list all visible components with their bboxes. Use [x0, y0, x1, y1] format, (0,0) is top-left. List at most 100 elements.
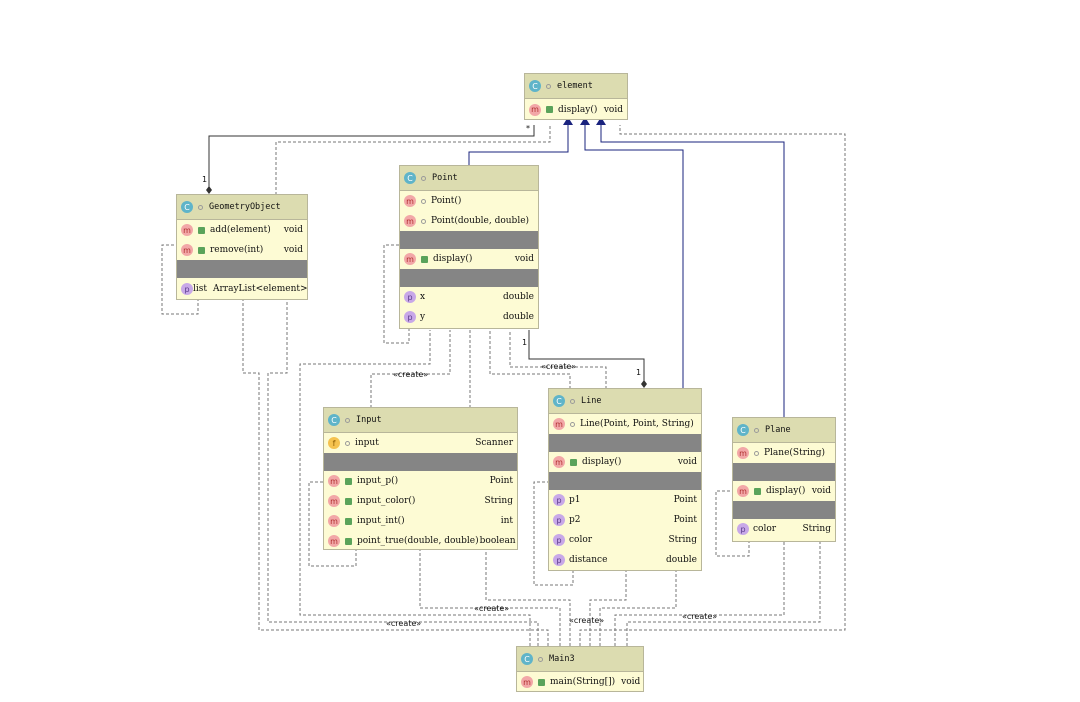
- section-separator: [733, 463, 835, 481]
- property-name: list: [193, 284, 207, 294]
- field-name: input: [355, 438, 379, 448]
- section-separator: [400, 269, 538, 287]
- section-separator: [733, 501, 835, 519]
- inherit-plane: [600, 125, 785, 418]
- method-name: display(): [582, 457, 622, 467]
- method-icon: m: [553, 418, 565, 430]
- create-label: «create»: [474, 604, 510, 613]
- property-type: String: [668, 535, 697, 545]
- property-type: double: [503, 312, 534, 322]
- property-icon: p: [553, 554, 565, 566]
- class-icon: C: [529, 80, 541, 92]
- constructor-name: Plane(String): [764, 448, 825, 458]
- property-type: Point: [673, 515, 697, 525]
- property-name: p2: [569, 515, 581, 525]
- property-icon: p: [404, 311, 416, 323]
- property-type: Point: [673, 495, 697, 505]
- method-type: void: [514, 254, 534, 264]
- class-icon: C: [404, 172, 416, 184]
- class-plane[interactable]: C Plane m Plane(String) m display() void p co…: [732, 417, 836, 542]
- field-icon: f: [328, 437, 340, 449]
- class-icon: C: [737, 424, 749, 436]
- method-icon: m: [404, 253, 416, 265]
- class-name: element: [557, 81, 593, 91]
- property-name: color: [569, 535, 593, 545]
- method-name: add(element): [210, 225, 271, 235]
- create-label: «create»: [569, 616, 605, 625]
- method-icon: m: [328, 535, 340, 547]
- create-label: «create»: [386, 619, 422, 628]
- property-icon: p: [553, 494, 565, 506]
- inherit-line: [584, 125, 684, 389]
- method-icon: m: [181, 244, 193, 256]
- class-icon: C: [181, 201, 193, 213]
- method-type: void: [283, 225, 303, 235]
- method-icon: m: [181, 224, 193, 236]
- multiplicity-label: 1: [202, 175, 208, 184]
- property-type: double: [666, 555, 697, 565]
- composition-line: [528, 330, 645, 387]
- property-type: String: [802, 524, 831, 534]
- method-icon: m: [328, 515, 340, 527]
- section-separator: [324, 453, 517, 471]
- section-separator: [177, 260, 307, 278]
- multiplicity-label: 1: [522, 338, 528, 347]
- method-name: input_int(): [357, 516, 405, 526]
- class-icon: C: [521, 653, 533, 665]
- class-element[interactable]: Celement m display() void: [524, 73, 628, 120]
- method-name: main(String[]): [550, 677, 616, 687]
- class-name: Main3: [549, 654, 575, 664]
- method-type: Point: [489, 476, 513, 486]
- property-icon: p: [553, 514, 565, 526]
- section-separator: [549, 472, 701, 490]
- property-name: x: [420, 292, 426, 302]
- method-name: display(): [433, 254, 473, 264]
- method-icon: m: [529, 103, 541, 116]
- method-type: void: [677, 457, 697, 467]
- method-icon: m: [328, 495, 340, 507]
- property-icon: p: [181, 283, 193, 295]
- property-icon: p: [404, 291, 416, 303]
- property-type: ArrayList<element>: [213, 284, 308, 294]
- create-label: «create»: [541, 362, 577, 371]
- class-point[interactable]: C Point m Point() m Point(double, double) m…: [399, 165, 539, 329]
- class-name: Plane: [765, 425, 791, 435]
- class-input[interactable]: C Input f input Scanner m input_p() Point m in…: [323, 407, 518, 550]
- method-icon: m: [404, 215, 416, 227]
- field-type: Scanner: [475, 438, 513, 448]
- multiplicity-label: *: [526, 124, 530, 133]
- class-line[interactable]: C Line m Line(Point, Point, String) m displ…: [548, 388, 702, 571]
- method-type: void: [811, 486, 831, 496]
- create-label: «create»: [393, 370, 429, 379]
- method-icon: m: [521, 676, 533, 688]
- method-name: display(): [558, 104, 598, 115]
- method-icon: m: [328, 475, 340, 487]
- class-name: Line: [581, 396, 602, 406]
- inherit-point: [468, 125, 569, 166]
- method-name: input_p(): [357, 476, 399, 486]
- constructor-name: Point(double, double): [431, 216, 530, 226]
- class-name: Point: [432, 173, 458, 183]
- method-icon: m: [737, 485, 749, 497]
- constructor-name: Line(Point, Point, String): [580, 419, 694, 429]
- method-icon: m: [404, 195, 416, 207]
- multiplicity-label: 1: [636, 368, 642, 377]
- property-type: double: [503, 292, 534, 302]
- method-name: remove(int): [210, 245, 264, 255]
- method-type: void: [603, 104, 623, 115]
- create-label: «create»: [682, 612, 718, 621]
- method-icon: m: [737, 447, 749, 459]
- method-type: String: [484, 496, 513, 506]
- property-icon: p: [737, 523, 749, 535]
- class-name: Input: [356, 415, 382, 425]
- section-separator: [549, 434, 701, 452]
- section-separator: [400, 231, 538, 249]
- class-main3[interactable]: C Main3 m main(String[]) void: [516, 646, 644, 692]
- class-geometryobject[interactable]: C GeometryObject m add(element) void m remov…: [176, 194, 308, 300]
- method-name: point_true(double, double): [357, 536, 479, 546]
- method-type: int: [500, 516, 513, 526]
- property-name: y: [420, 312, 426, 322]
- method-type: void: [283, 245, 303, 255]
- class-icon: C: [328, 414, 340, 426]
- method-name: display(): [766, 486, 806, 496]
